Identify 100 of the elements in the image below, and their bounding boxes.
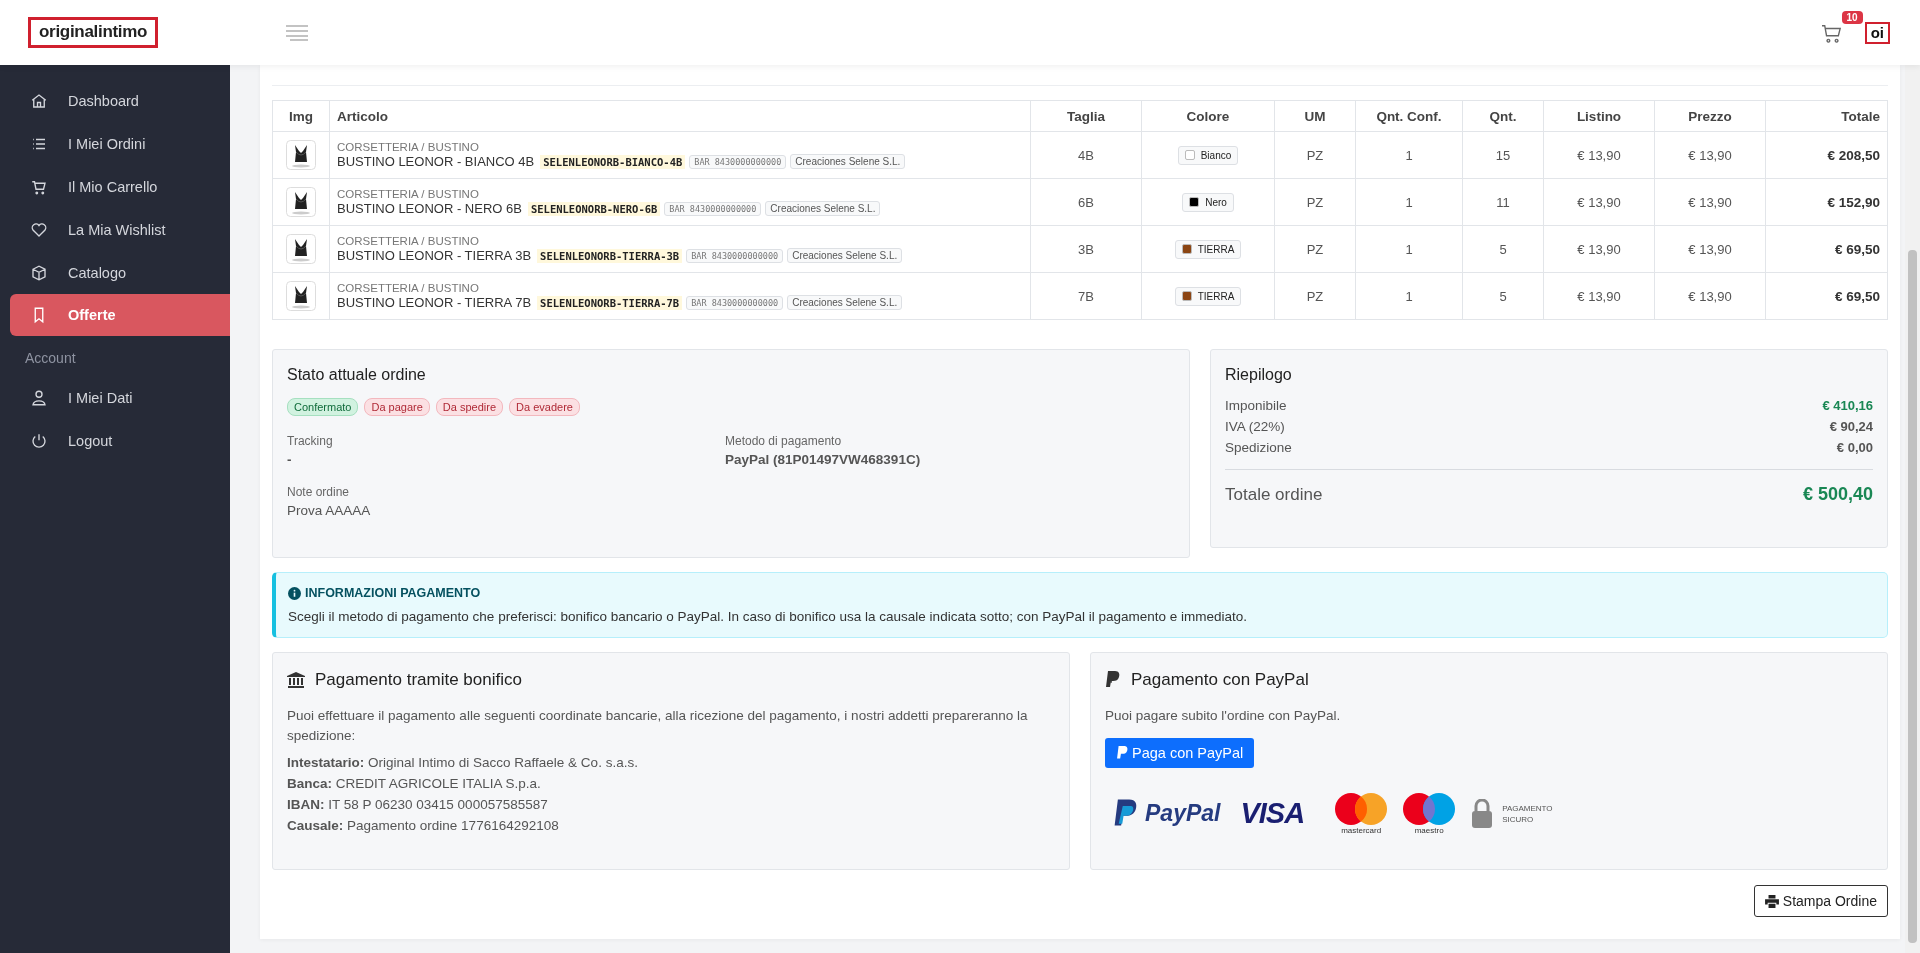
status-badge: Da pagare: [364, 398, 430, 416]
field-label: Tracking: [287, 434, 334, 448]
sidebar-item[interactable]: I Miei Dati: [10, 376, 230, 419]
panel-title: Pagamento con PayPal: [1131, 670, 1309, 690]
table-cell: 1: [1355, 225, 1463, 273]
menu-icon[interactable]: [286, 24, 309, 41]
column-header: Prezzo: [1654, 100, 1766, 132]
product-sku: SELENLEONORB-TIERRA-7B: [537, 295, 683, 310]
table-cell: € 208,50: [1765, 131, 1888, 179]
sidebar-item[interactable]: Il Mio Carrello: [10, 165, 230, 208]
printer-icon: [1764, 894, 1779, 908]
product-sku: SELENLEONORB-NERO-6B: [527, 201, 661, 216]
nav-icon: [30, 431, 48, 450]
product-category: CORSETTERIA / BUSTINO: [337, 188, 480, 200]
column-header: Qnt. Conf.: [1355, 100, 1463, 132]
total-label: Totale ordine: [1225, 484, 1323, 505]
summary-label: Spedizione: [1225, 440, 1292, 455]
color-tag: Nero: [1182, 192, 1234, 212]
summary-value: € 0,00: [1836, 440, 1873, 455]
cart-icon[interactable]: [1820, 22, 1843, 43]
print-order-button[interactable]: Stampa Ordine: [1753, 885, 1888, 917]
total-value: € 500,40: [1802, 484, 1873, 505]
status-badge: Confermato: [287, 398, 359, 416]
table-cell: € 13,90: [1654, 272, 1766, 320]
summary-value: € 410,16: [1822, 398, 1873, 413]
table-cell: € 69,50: [1765, 225, 1888, 273]
lock-icon: [1472, 798, 1493, 829]
table-cell: 3B: [1030, 225, 1142, 273]
supplier-tag: Creaciones Selene S.L.: [765, 201, 881, 216]
panel-title: Stato attuale ordine: [287, 366, 427, 384]
column-header: Qnt.: [1462, 100, 1544, 132]
nav-icon: [30, 220, 48, 239]
status-badge: Da evadere: [509, 398, 580, 416]
table-cell: 6B: [1030, 178, 1142, 226]
summary-label: Imponibile: [1225, 398, 1287, 413]
supplier-tag: Creaciones Selene S.L.: [787, 248, 903, 263]
sidebar-item[interactable]: Offerte: [10, 294, 230, 336]
product-name: BUSTINO LEONOR - NERO 6B: [337, 201, 522, 216]
product-category: CORSETTERIA / BUSTINO: [337, 235, 480, 247]
table-cell: 15: [1462, 131, 1544, 179]
bank-detail: Intestatario: Original Intimo di Sacco Raffaele & Co. s.a.s.: [287, 754, 639, 770]
field-value: Prova AAAAA: [287, 503, 372, 518]
sidebar-item[interactable]: Dashboard: [10, 79, 230, 122]
column-header: Listino: [1543, 100, 1655, 132]
panel-title: Pagamento tramite bonifico: [315, 670, 522, 690]
user-avatar[interactable]: oi: [1864, 21, 1890, 44]
scrollbar[interactable]: [1905, 65, 1920, 953]
table-cell: 5: [1462, 225, 1544, 273]
cart-count-badge: 10: [1841, 10, 1863, 24]
sidebar-item[interactable]: La Mia Wishlist: [10, 208, 230, 251]
color-tag: Bianco: [1177, 145, 1239, 165]
bank-intro: Puoi effettuare il pagamento alle seguenti coordinate bancarie, alla ricezione del pagamento, i nostri addetti prepareranno la spedizione:: [287, 707, 1029, 746]
table-cell: 1: [1355, 272, 1463, 320]
table-cell: 4B: [1030, 131, 1142, 179]
table-cell: € 13,90: [1654, 178, 1766, 226]
bank-detail: IBAN: IT 58 P 06230 03415 000057585587: [287, 796, 549, 812]
table-cell: € 13,90: [1543, 225, 1655, 273]
column-header: UM: [1274, 100, 1356, 132]
sidebar-item[interactable]: I Miei Ordini: [10, 122, 230, 165]
scrollbar-thumb[interactable]: [1908, 250, 1917, 943]
product-name: BUSTINO LEONOR - TIERRA 3B: [337, 248, 532, 263]
table-cell: € 13,90: [1654, 131, 1766, 179]
table-cell: PZ: [1274, 178, 1356, 226]
paypal-text: Puoi pagare subito l'ordine con PayPal.: [1105, 707, 1342, 725]
logo[interactable]: originalintimo: [28, 17, 159, 48]
secure-payment-label: PAGAMENTO SICURO: [1502, 802, 1554, 825]
mastercard-logo: mastercard: [1334, 792, 1389, 836]
info-icon: [288, 586, 301, 600]
field-label: Metodo di pagamento: [725, 434, 843, 448]
panel-title: Riepilogo: [1225, 366, 1293, 384]
visa-logo: VISA: [1240, 797, 1305, 831]
field-label: Note ordine: [287, 485, 351, 499]
table-cell: 11: [1462, 178, 1544, 226]
summary-label: IVA (22%): [1225, 419, 1285, 434]
table-cell: € 13,90: [1543, 272, 1655, 320]
sidebar-section-label: Account: [24, 349, 77, 368]
table-cell: 5: [1462, 272, 1544, 320]
product-category: CORSETTERIA / BUSTINO: [337, 141, 480, 153]
table-cell: € 69,50: [1765, 272, 1888, 320]
column-header: Img: [272, 100, 330, 132]
table-cell: € 13,90: [1543, 131, 1655, 179]
status-badge: Da spedire: [435, 398, 504, 416]
product-category: CORSETTERIA / BUSTINO: [337, 282, 480, 294]
sidebar-item[interactable]: Catalogo: [10, 251, 230, 294]
table-cell: € 152,90: [1765, 178, 1888, 226]
paypal-icon: [1105, 671, 1121, 689]
bank-detail: Causale: Pagamento ordine 1776164292108: [287, 817, 560, 833]
color-tag: TIERRA: [1174, 239, 1242, 259]
paypal-logo: PayPal: [1113, 798, 1221, 829]
table-cell: PZ: [1274, 225, 1356, 273]
column-header: Articolo: [329, 100, 1031, 132]
bank-icon: [287, 672, 305, 688]
column-header: Totale: [1765, 100, 1888, 132]
sidebar-item[interactable]: Logout: [10, 419, 230, 462]
maestro-logo: maestro: [1402, 792, 1457, 836]
table-cell: € 13,90: [1654, 225, 1766, 273]
table-cell: € 13,90: [1543, 178, 1655, 226]
pay-with-paypal-button[interactable]: Paga con PayPal: [1105, 738, 1255, 769]
supplier-tag: Creaciones Selene S.L.: [787, 295, 903, 310]
summary-value: € 90,24: [1829, 419, 1873, 434]
